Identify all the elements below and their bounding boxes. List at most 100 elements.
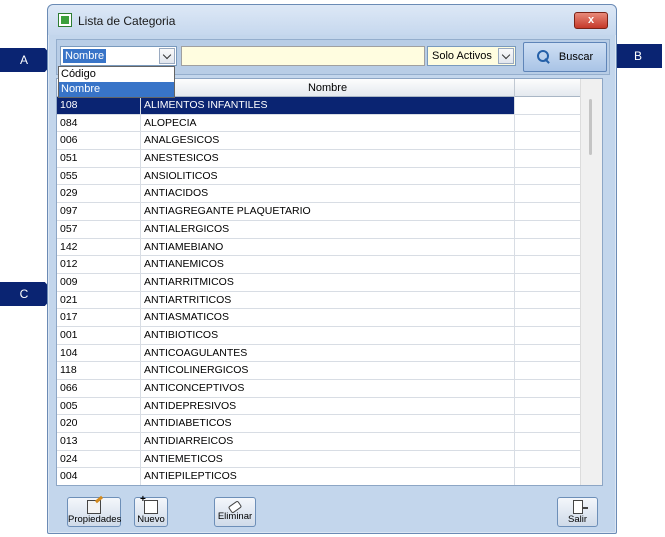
- cell-code: 024: [57, 450, 141, 468]
- cell-code: 001: [57, 326, 141, 344]
- cell-extra: [515, 97, 581, 114]
- table-row[interactable]: 066 ANTICONCEPTIVOS: [57, 380, 602, 398]
- table-row[interactable]: 017 ANTIASMATICOS: [57, 309, 602, 327]
- cell-extra: [515, 273, 581, 291]
- cell-code: 009: [57, 273, 141, 291]
- cell-name: ANTIANEMICOS: [141, 256, 515, 273]
- status-combo-value: Solo Activos: [432, 50, 492, 62]
- header-nombre[interactable]: Nombre: [141, 79, 515, 97]
- cell-extra: [515, 150, 581, 167]
- table-row[interactable]: 024 ANTIEMETICOS: [57, 450, 602, 469]
- table-row[interactable]: 051 ANESTESICOS: [57, 150, 602, 168]
- field-combo-value: Nombre: [63, 49, 107, 63]
- cell-extra: [515, 203, 581, 220]
- cell-name: ANTIAMEBIANO: [141, 238, 515, 256]
- cell-name: ANTIACIDOS: [141, 185, 515, 203]
- table-row[interactable]: 142 ANTIAMEBIANO: [57, 238, 602, 257]
- window-title: Lista de Categoria: [78, 14, 176, 28]
- scrollbar-thumb[interactable]: [589, 99, 592, 155]
- search-icon: [536, 50, 551, 64]
- table-row[interactable]: 055 ANSIOLITICOS: [57, 167, 602, 186]
- dropdown-option[interactable]: Código: [59, 67, 174, 82]
- cell-name: ANESTESICOS: [141, 150, 515, 167]
- delete-button-label: Eliminar: [217, 511, 253, 522]
- cell-extra: [515, 362, 581, 379]
- table-row[interactable]: 009 ANTIARRITMICOS: [57, 273, 602, 292]
- table-row[interactable]: 084 ALOPECIA: [57, 114, 602, 133]
- cell-extra: [515, 344, 581, 362]
- field-combo-options: Código Nombre: [58, 66, 175, 98]
- cell-code: 142: [57, 238, 141, 256]
- cell-name: ANTICOLINERGICOS: [141, 362, 515, 379]
- new-button[interactable]: Nuevo: [134, 494, 168, 527]
- table-row[interactable]: 005 ANTIDEPRESIVOS: [57, 397, 602, 416]
- table-row[interactable]: 104 ANTICOAGULANTES: [57, 344, 602, 363]
- chevron-down-icon: [162, 50, 172, 59]
- cell-name: ANTIDIARREICOS: [141, 433, 515, 450]
- callout-c-label: C: [19, 287, 29, 301]
- table-row[interactable]: 006 ANALGESICOS: [57, 132, 602, 151]
- table-row[interactable]: 021 ANTIARTRITICOS: [57, 291, 602, 310]
- table-row[interactable]: 118 ANTICOLINERGICOS: [57, 362, 602, 380]
- cell-code: 006: [57, 132, 141, 150]
- table-row[interactable]: 013 ANTIDIARREICOS: [57, 433, 602, 451]
- cell-extra: [515, 433, 581, 450]
- cell-code: 013: [57, 433, 141, 450]
- cell-code: 004: [57, 468, 141, 485]
- cell-extra: [515, 291, 581, 309]
- title-bar: Lista de Categoria x: [48, 5, 616, 35]
- cell-name: ANTIARRITMICOS: [141, 273, 515, 291]
- cell-name: ANTIEMETICOS: [141, 450, 515, 468]
- cell-extra: [515, 238, 581, 256]
- cell-extra: [515, 397, 581, 415]
- cell-extra: [515, 132, 581, 150]
- properties-button-label: Propiedades: [68, 514, 122, 525]
- app-icon: [58, 13, 72, 27]
- search-input[interactable]: [181, 46, 425, 66]
- search-button[interactable]: Buscar: [523, 42, 607, 72]
- cell-code: 055: [57, 167, 141, 185]
- table-row[interactable]: 057 ANTIALERGICOS: [57, 220, 602, 239]
- field-combo[interactable]: Nombre: [60, 46, 177, 66]
- cell-code: 108: [57, 97, 141, 114]
- dropdown-option[interactable]: Nombre: [59, 82, 174, 97]
- cell-name: ANTIDIABETICOS: [141, 415, 515, 433]
- exit-button[interactable]: Salir: [557, 497, 598, 527]
- cell-name: ANTICONCEPTIVOS: [141, 380, 515, 397]
- table-row[interactable]: 108 ALIMENTOS INFANTILES: [57, 97, 602, 115]
- cell-extra: [515, 220, 581, 238]
- callout-a-label: A: [19, 53, 28, 67]
- chevron-down-icon: [501, 50, 511, 59]
- table-row[interactable]: 029 ANTIACIDOS: [57, 185, 602, 204]
- cell-name: ANTICOAGULANTES: [141, 344, 515, 362]
- new-button-label: Nuevo: [137, 514, 165, 525]
- cell-name: ANSIOLITICOS: [141, 167, 515, 185]
- cell-code: 097: [57, 203, 141, 220]
- table-row[interactable]: 020 ANTIDIABETICOS: [57, 415, 602, 434]
- cell-code: 051: [57, 150, 141, 167]
- cell-code: 084: [57, 114, 141, 132]
- cell-name: ANTIASMATICOS: [141, 309, 515, 326]
- table-row[interactable]: 001 ANTIBIOTICOS: [57, 326, 602, 345]
- exit-button-label: Salir: [567, 514, 587, 525]
- search-button-label: Buscar: [558, 51, 594, 63]
- category-grid: Nombre 108 ALIMENTOS INFANTILES 084 ALOPECI…: [56, 78, 603, 486]
- properties-button[interactable]: Propiedades: [67, 497, 121, 527]
- cell-code: 057: [57, 220, 141, 238]
- close-button[interactable]: x: [574, 12, 608, 29]
- table-row[interactable]: 097 ANTIAGREGANTE PLAQUETARIO: [57, 203, 602, 221]
- delete-button[interactable]: Eliminar: [214, 497, 256, 527]
- field-combo-dropdown-button[interactable]: [159, 48, 175, 64]
- cell-extra: [515, 468, 581, 485]
- header-extra[interactable]: [515, 79, 581, 97]
- grid-body: 108 ALIMENTOS INFANTILES 084 ALOPECIA 006 ANA…: [57, 97, 602, 485]
- status-combo[interactable]: Solo Activos: [427, 46, 516, 66]
- cell-extra: [515, 326, 581, 344]
- vertical-scrollbar[interactable]: [580, 79, 602, 485]
- cell-extra: [515, 185, 581, 203]
- status-combo-dropdown-button[interactable]: [498, 48, 514, 64]
- table-row[interactable]: 004 ANTIEPILEPTICOS: [57, 468, 602, 485]
- table-row[interactable]: 012 ANTIANEMICOS: [57, 256, 602, 274]
- cell-extra: [515, 309, 581, 326]
- cell-code: 118: [57, 362, 141, 379]
